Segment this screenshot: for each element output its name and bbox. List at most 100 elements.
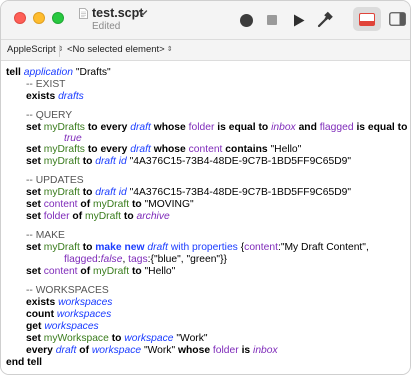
record-icon [239,13,253,27]
code-token: folder [188,122,215,133]
code-line: set myDrafts to every draft whose conten… [26,144,301,156]
sidebar-toggle-button[interactable] [386,8,408,30]
element-selector[interactable]: <No selected element> ⇕ [67,44,173,55]
code-line: exists workspaces [26,297,112,309]
code-token: workspaces [44,321,99,332]
code-token: inbox [253,345,278,356]
code-token: myWorkspace [43,333,109,344]
code-token: whose [153,144,186,155]
code-token: get [26,321,42,332]
code-line: exists drafts [26,91,84,103]
code-line: set myDraft to draft id "4A376C15-73B4-4… [26,156,351,168]
code-token: to [131,266,142,277]
code-token: false [100,254,123,265]
code-token: "Work" [143,345,176,356]
code-token: exists [26,297,56,308]
code-token: set [26,266,41,277]
code-token: count [26,309,55,320]
code-token: set [26,211,41,222]
code-line: set content of myDraft to "MOVING" [26,199,194,211]
code-comment: -- UPDATES [26,175,84,186]
code-token: is equal to [217,122,269,133]
code-token: is equal to [356,122,408,133]
view-layout-button[interactable] [353,7,381,31]
code-line: tell application "Drafts" [6,67,111,79]
code-token: every [100,122,128,133]
code-token: application [23,67,73,78]
code-token: myDraft [93,199,130,210]
code-token: myDrafts [43,122,85,133]
code-line: end tell [6,357,42,369]
code-token: inbox [271,122,296,133]
up-down-chevron-icon: ⇕ [166,46,173,53]
code-line: set myDraft to draft id "4A376C15-73B4-4… [26,187,351,199]
code-token: flagged [319,122,354,133]
record-button[interactable] [236,10,256,30]
code-token: draft [147,242,168,253]
code-line: count workspaces [26,309,111,321]
run-button[interactable] [289,10,309,30]
code-line: set myWorkspace to workspace "Work" [26,333,208,345]
code-token: myDraft [43,187,80,198]
document-icon [79,8,88,19]
title-bar: test.scpt Edited [1,1,410,39]
code-token: myDraft [85,211,122,222]
navbar-divider [59,45,60,57]
code-token: draft id [95,187,127,198]
code-token: :"My Draft Content", [277,242,369,253]
code-comment: -- EXIST [26,79,66,90]
document-title[interactable]: test.scpt [92,6,143,20]
code-token: "Hello" [144,266,176,277]
code-token: "4A376C15-73B4-48DE-9C7B-1BD5FF9C65D9" [129,187,352,198]
code-line: set content of myDraft to "Hello" [26,266,175,278]
code-token: content [43,199,78,210]
code-line: set folder of myDraft to archive [26,211,170,223]
code-token: to [87,122,98,133]
code-token: whose [153,122,186,133]
zoom-window-button[interactable] [52,12,64,24]
code-token: myDraft [93,266,130,277]
code-token: content [43,266,78,277]
code-token: make new [95,242,145,253]
code-token: set [26,122,41,133]
code-token: myDraft [43,242,80,253]
code-token: workspaces [56,309,112,320]
code-token: true [64,133,82,144]
code-token: draft id [95,156,127,167]
code-comment: -- WORKSPACES [26,285,109,296]
code-token: "Drafts" [75,67,111,78]
code-token: of [80,199,91,210]
code-token: exists [26,91,56,102]
sidebar-toggle-icon [388,12,406,26]
code-token: is [241,345,251,356]
minimize-window-button[interactable] [33,12,45,24]
chevron-down-icon[interactable] [138,9,148,17]
compile-button[interactable] [315,10,335,30]
code-token: folder [212,345,239,356]
code-comment: -- MAKE [26,230,65,241]
code-token: tell [6,67,21,78]
code-token: set [26,144,41,155]
view-layout-icon [359,12,375,26]
code-token: whose [178,345,211,356]
code-token: workspace [91,345,142,356]
code-token: to [111,333,122,344]
language-selector[interactable]: AppleScript ⇕ [7,44,63,55]
code-token: with properties [170,242,238,253]
code-token: drafts [58,91,84,102]
close-window-button[interactable] [14,12,26,24]
code-line: flagged:false, tags:{"blue", "green"}} [64,254,227,266]
element-label: <No selected element> [67,44,165,55]
stop-button[interactable] [262,10,282,30]
code-token: workspaces [58,297,113,308]
code-token: workspace [124,333,174,344]
script-editor[interactable]: tell application "Drafts" -- EXIST exist… [1,61,410,374]
code-token: myDraft [43,156,80,167]
code-token: draft [130,122,151,133]
language-label: AppleScript [7,44,56,55]
code-line: set myDrafts to every draft whose folder… [26,122,407,134]
code-token: end tell [6,357,43,368]
code-token: of [80,266,91,277]
code-token: every [100,144,128,155]
code-token: and [298,122,317,133]
